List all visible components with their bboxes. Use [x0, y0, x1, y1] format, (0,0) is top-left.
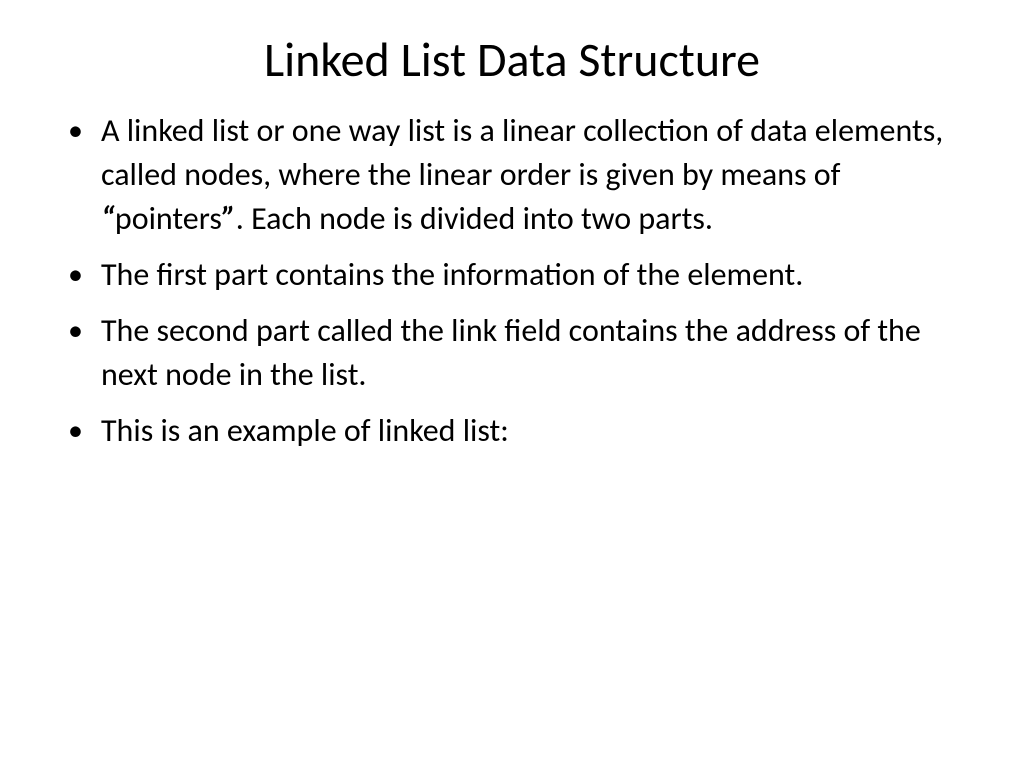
- list-item: • The second part called the link field …: [68, 309, 974, 397]
- slide-content: • A linked list or one way list is a lin…: [50, 109, 974, 453]
- bullet-icon: •: [68, 309, 83, 353]
- bullet-text: This is an example of linked list:: [101, 409, 509, 453]
- bullet-icon: •: [68, 253, 83, 297]
- bullet-icon: •: [68, 109, 83, 153]
- bullet-text: The first part contains the information …: [101, 253, 803, 297]
- list-item: • This is an example of linked list:: [68, 409, 974, 453]
- slide-title: Linked List Data Structure: [50, 30, 974, 89]
- bullet-text: A linked list or one way list is a linea…: [101, 109, 974, 241]
- list-item: • The first part contains the informatio…: [68, 253, 974, 297]
- bullet-icon: •: [68, 409, 83, 453]
- list-item: • A linked list or one way list is a lin…: [68, 109, 974, 241]
- bullet-text: The second part called the link field co…: [101, 309, 974, 397]
